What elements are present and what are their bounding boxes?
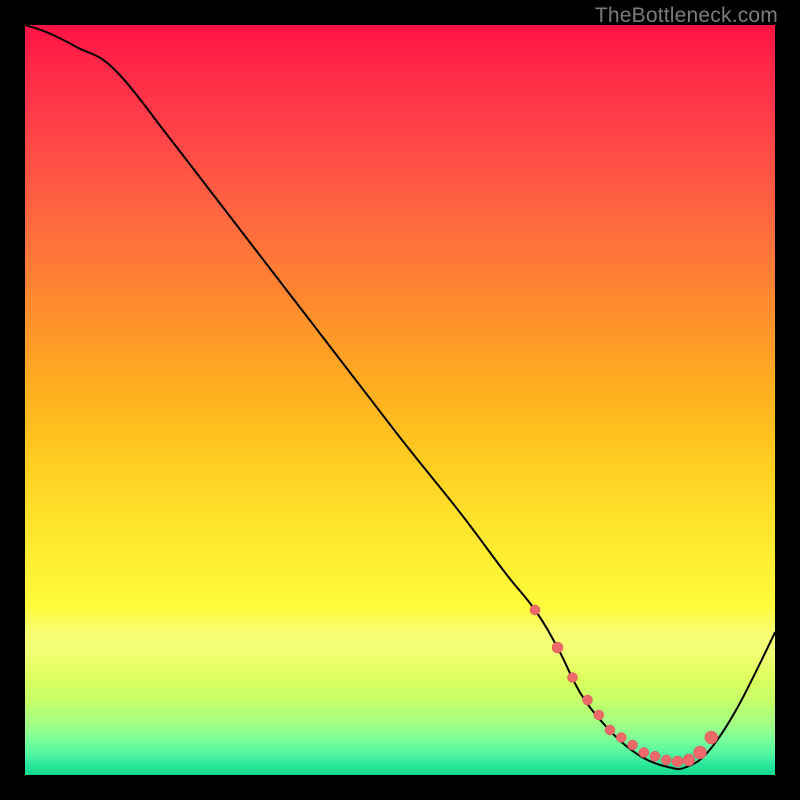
curve-layer xyxy=(25,25,775,775)
curve-marker xyxy=(672,756,683,767)
curve-marker xyxy=(683,754,695,766)
curve-marker xyxy=(694,746,707,759)
curve-marker xyxy=(605,725,615,735)
curve-marker xyxy=(650,751,660,761)
curve-marker xyxy=(583,695,593,705)
watermark-text: TheBottleneck.com xyxy=(595,4,778,28)
chart-stage: TheBottleneck.com xyxy=(0,0,800,800)
marker-group xyxy=(530,605,718,767)
curve-marker xyxy=(568,673,578,683)
plot-area xyxy=(25,25,775,775)
curve-marker xyxy=(594,710,604,720)
bottleneck-curve-path xyxy=(25,25,775,769)
curve-marker xyxy=(552,642,563,653)
curve-marker xyxy=(705,731,718,744)
curve-marker xyxy=(530,605,540,615)
curve-marker xyxy=(628,740,638,750)
curve-marker xyxy=(639,748,649,758)
curve-marker xyxy=(616,733,626,743)
curve-marker xyxy=(661,755,671,765)
